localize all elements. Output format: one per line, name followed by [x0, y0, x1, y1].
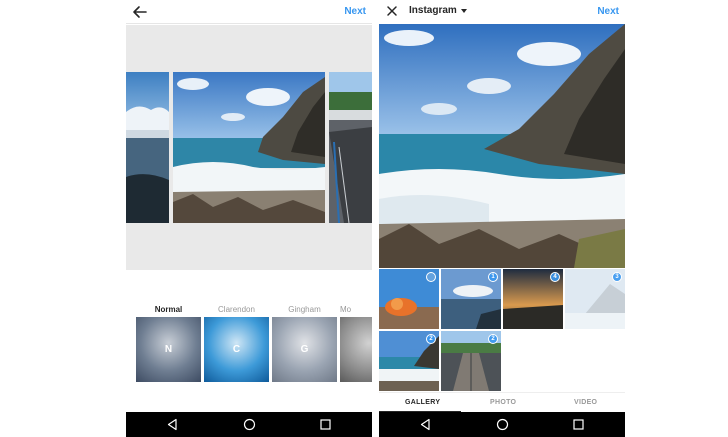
- carousel-preview: [126, 25, 372, 270]
- selection-badge: 4: [550, 272, 560, 282]
- gallery-thumb[interactable]: 4: [503, 269, 563, 329]
- filter-thumb-letter: N: [164, 344, 173, 355]
- carousel-image-prev[interactable]: [126, 72, 169, 223]
- album-selector[interactable]: Instagram: [409, 5, 467, 16]
- square-recent-icon[interactable]: [572, 418, 585, 431]
- filter-label-normal: Normal: [154, 305, 183, 314]
- selection-badge: 2: [426, 334, 436, 344]
- gallery-top-bar: Instagram Next: [379, 0, 625, 24]
- arrow-left-icon[interactable]: [132, 4, 148, 20]
- android-nav-bar: [126, 412, 372, 437]
- selection-badge: 2: [488, 334, 498, 344]
- filter-label-more: Mo: [340, 305, 352, 314]
- circle-home-icon[interactable]: [243, 418, 256, 431]
- filter-thumb-gingham[interactable]: G: [272, 317, 337, 382]
- circle-home-icon[interactable]: [496, 418, 509, 431]
- editor-top-bar: Next: [126, 0, 372, 24]
- carousel-image-next[interactable]: [329, 72, 372, 223]
- selection-badge: [426, 272, 436, 282]
- filter-label-clarendon: Clarendon: [218, 305, 255, 314]
- carousel-image-current[interactable]: [173, 72, 325, 223]
- close-icon[interactable]: [386, 5, 398, 17]
- edit-screen: Next Normal Clarendon Gingham Mo N C G: [126, 0, 372, 437]
- filter-thumb-clarendon[interactable]: C: [204, 317, 269, 382]
- selection-badge: 3: [612, 272, 622, 282]
- gallery-thumb[interactable]: 2: [441, 331, 501, 391]
- gallery-screen: Instagram Next 1 4 3 2 2 GALLERY PHOTO V…: [379, 0, 625, 437]
- tab-photo[interactable]: PHOTO: [490, 399, 516, 406]
- filter-strip: Normal Clarendon Gingham Mo N C G: [126, 270, 372, 412]
- gallery-thumb[interactable]: 1: [441, 269, 501, 329]
- filter-thumb-normal[interactable]: N: [136, 317, 201, 382]
- filter-thumb-letter: G: [300, 344, 309, 355]
- selection-badge: 1: [488, 272, 498, 282]
- album-title: Instagram: [409, 5, 457, 16]
- next-button[interactable]: Next: [597, 6, 619, 17]
- gallery-thumb[interactable]: [379, 269, 439, 329]
- android-nav-bar: [379, 412, 625, 437]
- filter-thumb-letter: C: [232, 344, 241, 355]
- gallery-thumb[interactable]: 2: [379, 331, 439, 391]
- triangle-back-icon[interactable]: [419, 418, 432, 431]
- triangle-back-icon[interactable]: [166, 418, 179, 431]
- next-button[interactable]: Next: [344, 6, 366, 17]
- caret-down-icon: [460, 8, 467, 13]
- gallery-tabs: GALLERY PHOTO VIDEO: [379, 392, 625, 412]
- gallery-thumb[interactable]: 3: [565, 269, 625, 329]
- square-recent-icon[interactable]: [319, 418, 332, 431]
- filter-thumb-more[interactable]: [340, 317, 372, 382]
- filter-label-gingham: Gingham: [288, 305, 321, 314]
- selected-image-preview[interactable]: [379, 24, 625, 268]
- tab-video[interactable]: VIDEO: [574, 399, 597, 406]
- tab-gallery[interactable]: GALLERY: [405, 399, 440, 406]
